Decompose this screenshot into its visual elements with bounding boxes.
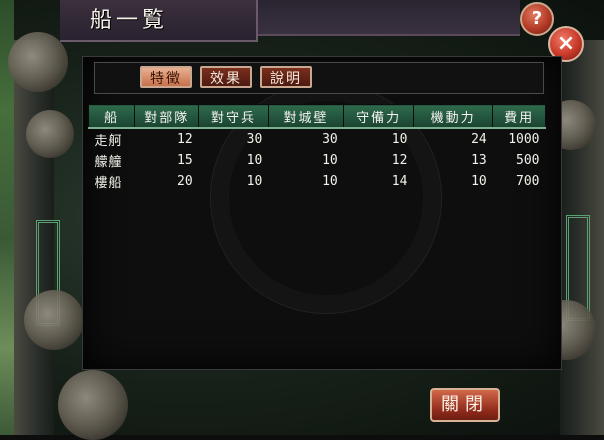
table-header-row: 船 對部隊 對守兵 對城壁 守備力 機動力 費用 xyxy=(87,104,546,129)
cell-vs-garrison: 10 xyxy=(246,174,263,189)
ship-table: 船 對部隊 對守兵 對城壁 守備力 機動力 費用 走舸 12 30 30 10 … xyxy=(87,104,546,192)
tab-description[interactable]: 說明 xyxy=(260,66,312,88)
column-header-vs-units[interactable]: 對部隊 xyxy=(134,104,200,129)
cell-mobility: 24 xyxy=(471,132,487,147)
column-header-mobility[interactable]: 機動力 xyxy=(412,104,494,129)
column-header-vs-walls[interactable]: 對城壁 xyxy=(267,104,345,129)
column-header-vs-garrison[interactable]: 對守兵 xyxy=(198,104,269,129)
cloud-ornament-icon xyxy=(58,370,128,440)
column-header-ship[interactable]: 船 xyxy=(87,104,136,129)
ship-name: 艨艟 xyxy=(94,155,123,170)
cell-cost: 700 xyxy=(516,174,540,189)
cell-mobility: 10 xyxy=(471,174,487,189)
table-row[interactable]: 樓船 20 10 10 14 10 700 xyxy=(89,171,546,192)
cell-vs-units: 20 xyxy=(177,174,193,189)
tab-features[interactable]: 特徵 xyxy=(140,66,192,88)
cell-vs-walls: 10 xyxy=(322,174,338,189)
tab-effects[interactable]: 效果 xyxy=(200,66,252,88)
cell-vs-garrison: 30 xyxy=(246,132,263,147)
window-title: 船一覧 xyxy=(90,8,169,33)
ship-name: 走舸 xyxy=(94,134,123,149)
cell-defense: 12 xyxy=(391,153,408,168)
cell-vs-units: 12 xyxy=(177,132,193,147)
column-header-cost[interactable]: 費用 xyxy=(492,104,546,129)
cell-defense: 10 xyxy=(391,132,408,147)
cell-vs-units: 15 xyxy=(177,153,193,168)
cell-cost: 1000 xyxy=(508,132,540,147)
cloud-ornament-icon xyxy=(26,110,74,158)
table-row[interactable]: 艨艟 15 10 10 12 13 500 xyxy=(89,150,546,171)
ship-name: 樓船 xyxy=(94,176,123,191)
cell-vs-walls: 10 xyxy=(322,153,338,168)
table-row[interactable]: 走舸 12 30 30 10 24 1000 xyxy=(89,128,546,150)
dragon-ornament-icon xyxy=(24,290,84,350)
dragon-ornament-icon xyxy=(8,32,68,92)
top-band xyxy=(240,0,520,36)
help-button[interactable]: ? xyxy=(520,2,554,36)
column-header-defense[interactable]: 守備力 xyxy=(343,104,414,129)
cell-defense: 14 xyxy=(391,174,408,189)
cell-mobility: 13 xyxy=(471,153,487,168)
cell-vs-garrison: 10 xyxy=(246,153,263,168)
cell-vs-walls: 30 xyxy=(322,132,338,147)
cell-cost: 500 xyxy=(516,153,540,168)
close-button[interactable]: 關閉 xyxy=(430,388,500,422)
